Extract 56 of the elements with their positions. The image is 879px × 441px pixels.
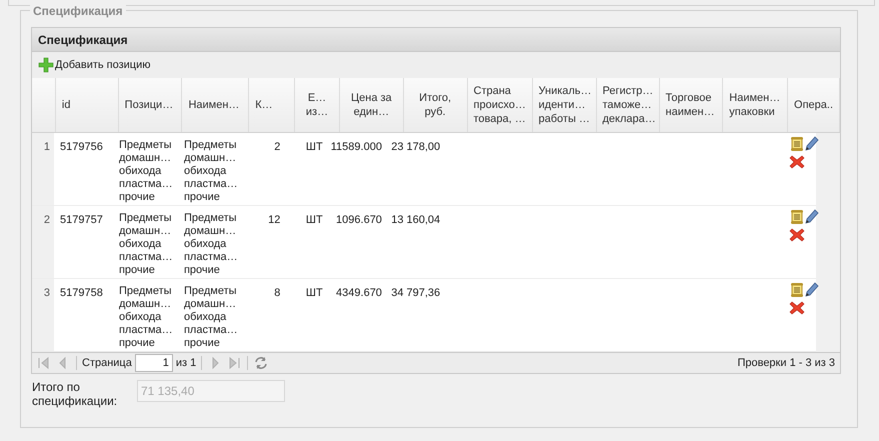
table-cell-text: Предметы домашн… обихода пластма… прочие	[182, 211, 239, 278]
table-cell-text: 23 178,00	[390, 140, 442, 155]
delete-icon[interactable]	[789, 154, 806, 170]
table-cell-text: 8	[273, 286, 282, 301]
table-cell-text: Предметы домашн… обихода пластма… прочие	[118, 284, 174, 351]
table-cell-text: Предметы домашн… обихода пластма… прочие	[182, 284, 239, 351]
total-label: Итого по спецификации:	[32, 380, 117, 408]
row-number: 1	[32, 133, 54, 205]
pencil-icon[interactable]	[805, 209, 820, 225]
column-header[interactable]: Опера..	[788, 78, 840, 132]
scroll-icon[interactable]	[789, 209, 806, 225]
table-cell-text: Предметы домашн… обихода пластма… прочие	[182, 138, 239, 205]
table-cell-text: 4349.670	[335, 286, 383, 301]
table-cell-text: ШТ	[304, 286, 324, 301]
table-cell-text: 13 160,04	[390, 213, 442, 228]
table-cell-text: 5179758	[59, 286, 104, 301]
fieldset-legend: Спецификация	[30, 2, 126, 20]
table-cell-text: Предметы домашн… обихода пластма… прочие	[118, 211, 174, 278]
column-header[interactable]: Страна происхо… товара, …	[468, 78, 532, 132]
table-cell-text: ШТ	[304, 140, 324, 155]
table-cell-text: 5179757	[59, 213, 104, 228]
paging-summary: Проверки 1 - 3 из 3	[737, 356, 836, 371]
table-cell-text: 2	[273, 140, 282, 155]
column-header[interactable]: Е… из…	[295, 78, 340, 132]
column-header[interactable]: Цена за един…	[340, 78, 404, 132]
row-number: 3	[32, 279, 54, 351]
pencil-icon[interactable]	[805, 282, 820, 298]
table-cell-text: 11589.000	[330, 140, 383, 155]
column-header[interactable]: Наимен…	[182, 78, 250, 132]
add-position-button[interactable]: Добавить позицию	[38, 56, 151, 74]
column-header[interactable]: К…	[249, 78, 296, 132]
table-cell-text: 1096.670	[335, 213, 383, 228]
column-header[interactable]: Регистр… таможе… деклара…	[596, 78, 660, 132]
column-header[interactable]: Торговое наимен…	[660, 78, 724, 132]
table-cell-text: Предметы домашн… обихода пластма… прочие	[118, 138, 174, 205]
page-count: из 1	[176, 356, 196, 371]
table-cell-text: ШТ	[304, 213, 324, 228]
column-header[interactable]: Наимен… упаковки	[723, 78, 788, 132]
page-field[interactable]: 1	[134, 354, 173, 372]
scroll-icon[interactable]	[789, 136, 806, 152]
table-cell-text: 5179756	[59, 140, 104, 155]
delete-icon[interactable]	[789, 227, 806, 243]
delete-icon[interactable]	[789, 300, 806, 316]
column-header[interactable]: Итого, руб.	[404, 78, 468, 132]
table-cell-text: 12	[267, 213, 282, 228]
panel-header: Спецификация	[31, 27, 841, 52]
column-header[interactable]: Позици…	[118, 78, 182, 132]
table-cell-text: 34 797,36	[390, 286, 442, 301]
column-header[interactable]: id	[56, 78, 119, 132]
page-label: Страница	[82, 356, 132, 371]
pencil-icon[interactable]	[805, 136, 820, 152]
refresh-icon[interactable]	[253, 355, 270, 371]
column-header[interactable]: Уникаль… иденти… работы …	[532, 78, 596, 132]
scroll-icon[interactable]	[789, 282, 806, 298]
plus-icon	[38, 57, 54, 73]
row-number: 2	[32, 206, 54, 278]
